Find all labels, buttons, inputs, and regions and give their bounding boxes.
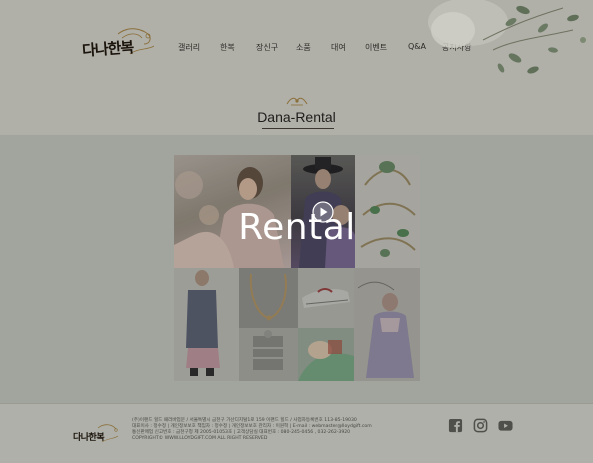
site-header: 다나한복 갤러리 한복 장신구 소품 대여 이벤트 Q&A 공지사항 Dana-…	[0, 0, 593, 135]
youtube-icon[interactable]	[498, 418, 513, 433]
page-title: Dana-Rental	[257, 109, 336, 125]
title-ornament-icon	[286, 97, 308, 106]
social-links	[448, 418, 513, 433]
title-underline	[262, 128, 334, 129]
main-content: Rental	[0, 135, 593, 403]
gallery-overlay-label: Rental	[238, 207, 356, 248]
nav-item-event[interactable]: 이벤트	[365, 42, 387, 53]
facebook-icon[interactable]	[448, 418, 463, 433]
nav-item-accessories[interactable]: 장신구	[256, 42, 278, 53]
footer-copyright: COPYRIGHT© WWW.LLOYDGIFT.COM ALL RIGHT R…	[132, 436, 268, 441]
instagram-icon[interactable]	[473, 418, 488, 433]
site-logo[interactable]: 다나한복	[78, 24, 160, 66]
footer-logo[interactable]: 다나한복	[72, 422, 120, 448]
site-footer: 다나한복 (주)이랜드 힐드 패러바업문 / 서울특별시 금천구 가산디지털1로…	[0, 403, 593, 463]
rental-gallery-collage[interactable]: Rental	[174, 155, 420, 381]
nav-item-gallery[interactable]: 갤러리	[178, 42, 200, 53]
nav-item-hanbok[interactable]: 한복	[220, 42, 235, 53]
nav-item-props[interactable]: 소품	[296, 42, 311, 53]
floral-decoration-icon	[428, 0, 586, 74]
logo-text: 다나한복	[81, 38, 134, 60]
gallery-overlay	[174, 155, 420, 381]
footer-company-info: (주)이랜드 힐드 패러바업문 / 서울특별시 금천구 가산디지털1로 159 …	[132, 418, 432, 442]
nav-item-rental[interactable]: 대여	[331, 42, 346, 53]
footer-logo-text: 다나한복	[73, 433, 105, 443]
